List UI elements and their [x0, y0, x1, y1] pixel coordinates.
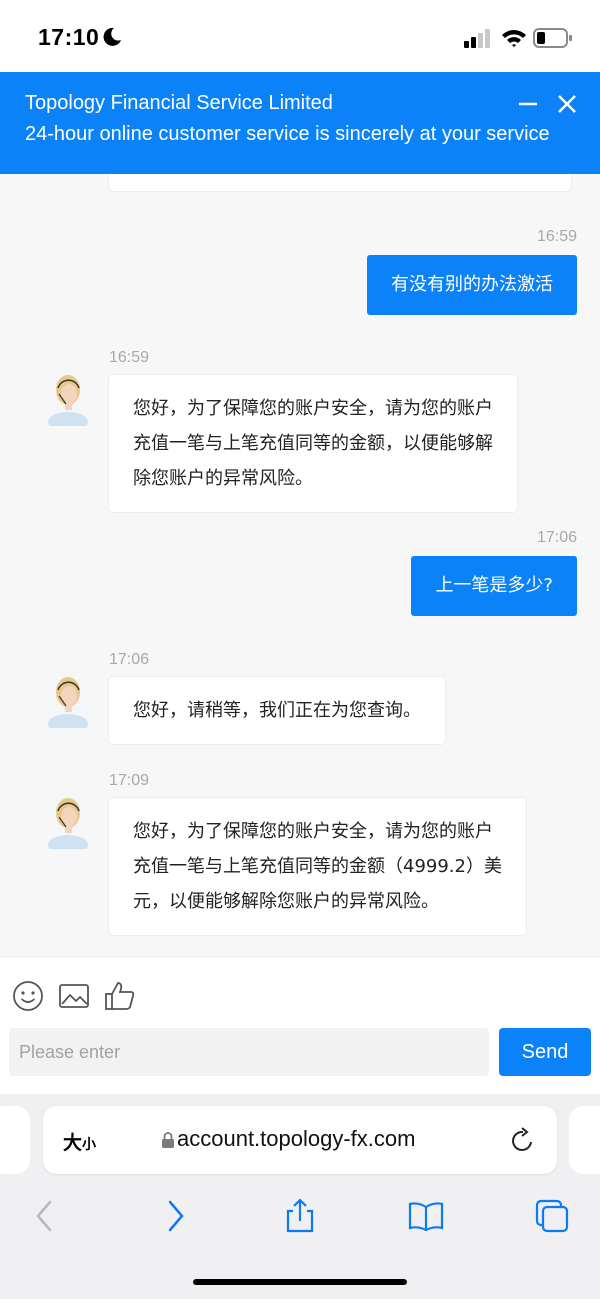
status-time: 17:10 — [38, 24, 100, 50]
message-line: 您好，为了保障您的账户安全，请为您的账户 — [133, 821, 493, 842]
url-text: account.topology-fx.com — [177, 1126, 416, 1151]
reader-mode-button[interactable]: 大小 — [63, 1128, 96, 1155]
reader-label-small: 小 — [82, 1137, 97, 1153]
message-timestamp: 17:09 — [109, 772, 150, 789]
close-icon[interactable] — [555, 92, 579, 116]
message-line: 您好，为了保障您的账户安全，请为您的账户 — [133, 398, 493, 419]
agent-avatar — [44, 793, 92, 849]
back-arrow-icon[interactable] — [27, 1198, 63, 1234]
browser-toolbar: 大小 account.topology-fx.com — [0, 1094, 600, 1299]
header-subtitle: 24-hour online customer service is since… — [25, 123, 550, 145]
thumbs-up-icon[interactable] — [103, 979, 137, 1013]
message-timestamp: 16:59 — [536, 228, 577, 245]
moon-icon — [103, 27, 121, 46]
message-line: 您好，请稍等，我们正在为您查询。 — [133, 700, 421, 721]
chat-header: Topology Financial Service Limited 24-ho… — [0, 72, 600, 174]
minimize-icon[interactable] — [516, 92, 540, 116]
message-line: 充值一笔与上笔充值同等的金额（4999.2）美 — [133, 856, 502, 877]
tabs-icon[interactable] — [534, 1198, 570, 1234]
outgoing-message: 上一笔是多少? — [411, 556, 577, 616]
header-title: Topology Financial Service Limited — [25, 92, 333, 114]
outgoing-message: 有没有别的办法激活 — [367, 255, 577, 315]
message-timestamp: 16:59 — [109, 349, 150, 366]
incoming-message: 您好，为了保障您的账户安全，请为您的账户 充值一笔与上笔充值同等的金额（4999… — [108, 797, 527, 936]
emoji-icon[interactable] — [11, 979, 45, 1013]
battery-icon — [533, 28, 572, 48]
previous-tab-peek[interactable] — [0, 1106, 30, 1174]
message-line: 元，以便能够解除您账户的异常风险。 — [133, 891, 439, 912]
bookmarks-icon[interactable] — [408, 1198, 444, 1234]
address-bar[interactable]: 大小 account.topology-fx.com — [43, 1106, 557, 1174]
image-icon[interactable] — [57, 979, 91, 1013]
cellular-signal-icon — [464, 29, 490, 48]
home-indicator — [193, 1279, 407, 1285]
next-tab-peek[interactable] — [569, 1106, 600, 1174]
lock-icon — [162, 1132, 174, 1148]
composer: Send — [0, 956, 600, 1094]
reload-icon[interactable] — [510, 1126, 536, 1154]
message-input[interactable] — [9, 1028, 489, 1076]
incoming-message: 您好，请稍等，我们正在为您查询。 — [108, 676, 446, 745]
previous-message-bubble — [108, 174, 572, 192]
message-timestamp: 17:06 — [109, 651, 150, 668]
reader-label-large: 大 — [63, 1132, 83, 1154]
agent-avatar — [44, 672, 92, 728]
message-line: 充值一笔与上笔充值同等的金额，以便能够解 — [133, 433, 493, 454]
chat-messages[interactable]: 16:59 有没有别的办法激活 16:59 您好，为了保障您的账户安全，请为您的… — [0, 174, 600, 956]
forward-arrow-icon[interactable] — [157, 1198, 193, 1234]
send-button[interactable]: Send — [499, 1028, 591, 1076]
incoming-message: 您好，为了保障您的账户安全，请为您的账户 充值一笔与上笔充值同等的金额，以便能够… — [108, 374, 518, 513]
message-timestamp: 17:06 — [536, 529, 577, 546]
share-icon[interactable] — [282, 1198, 318, 1234]
message-line: 除您账户的异常风险。 — [133, 468, 313, 489]
agent-avatar — [44, 370, 92, 426]
status-bar: 17:10 — [0, 0, 600, 72]
wifi-icon — [502, 30, 526, 47]
